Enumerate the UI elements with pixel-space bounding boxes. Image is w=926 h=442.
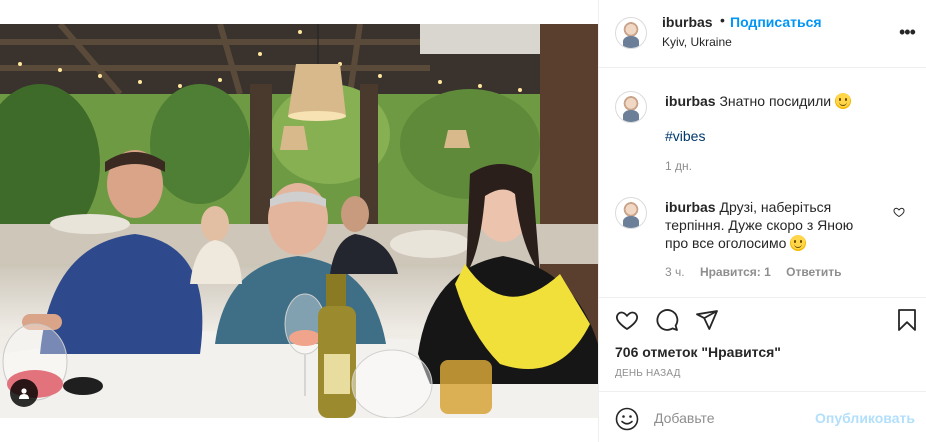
comment-body-line3: про все оголосимо <box>665 235 787 251</box>
more-options-icon[interactable]: ••• <box>899 22 916 43</box>
location-link[interactable]: Kyiv, Ukraine <box>662 35 732 49</box>
comment-line3: про все оголосимо <box>665 234 807 252</box>
avatar[interactable] <box>615 91 647 123</box>
caption-text: iburbas Знатно посидили <box>665 92 852 110</box>
separator-dot: • <box>720 12 725 28</box>
post-actions: 706 отметок "Нравится" ДЕНЬ НАЗАД <box>599 297 926 391</box>
avatar[interactable] <box>615 17 647 49</box>
post-side-panel: iburbas • Подписаться Kyiv, Ukraine ••• … <box>598 0 926 442</box>
comment-likes-link[interactable]: Нравится: 1 <box>700 265 771 279</box>
instagram-post: iburbas • Подписаться Kyiv, Ukraine ••• … <box>0 0 926 442</box>
follow-button[interactable]: Подписаться <box>730 14 822 30</box>
caption-body: Знатно посидили <box>719 93 832 109</box>
caption-hashtag-line: #vibes <box>665 127 705 145</box>
restaurant-scene-illustration <box>0 24 598 418</box>
comment-body-line2: терпіння. Дуже скоро з Яною <box>665 217 854 233</box>
caption-time[interactable]: 1 дн. <box>665 159 692 173</box>
avatar[interactable] <box>615 197 647 229</box>
comment-text: iburbas Друзі, наберіться <box>665 198 831 216</box>
hashtag-link[interactable]: #vibes <box>665 128 705 144</box>
user-tag-icon[interactable] <box>10 379 38 407</box>
comment-body-line1: Друзі, наберіться <box>719 199 832 215</box>
smiley-icon[interactable] <box>615 407 639 431</box>
comment-meta: 3 ч. Нравится: 1 Ответить <box>665 265 842 279</box>
likes-count[interactable]: 706 отметок "Нравится" <box>615 344 781 360</box>
caption-username[interactable]: iburbas <box>665 93 716 109</box>
comment-username[interactable]: iburbas <box>665 199 716 215</box>
send-icon[interactable] <box>695 308 719 332</box>
publish-button[interactable]: Опубликовать <box>815 410 915 426</box>
comment-time[interactable]: 3 ч. <box>665 265 685 279</box>
author-username[interactable]: iburbas <box>662 14 713 30</box>
post-header: iburbas • Подписаться Kyiv, Ukraine ••• <box>599 0 926 68</box>
comment-icon[interactable] <box>655 308 679 332</box>
heart-icon[interactable] <box>615 308 639 332</box>
slightly-smiling-face-icon <box>835 93 852 109</box>
winking-face-icon <box>790 235 807 251</box>
comment-reply-button[interactable]: Ответить <box>786 265 841 279</box>
post-photo[interactable] <box>0 24 598 418</box>
comment-composer: Опубликовать <box>599 391 926 442</box>
post-date[interactable]: ДЕНЬ НАЗАД <box>615 368 681 379</box>
bookmark-icon[interactable] <box>895 308 919 332</box>
comment-like-heart-icon[interactable] <box>893 206 905 218</box>
